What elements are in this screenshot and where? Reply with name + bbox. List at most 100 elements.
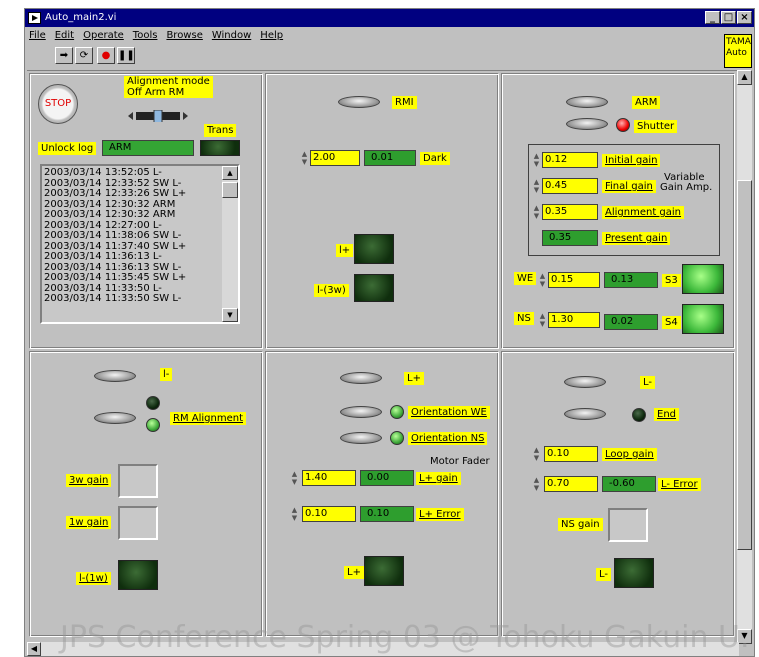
lminus-1w-label: l-(1w) — [76, 572, 111, 585]
rm-align-led-2 — [146, 418, 160, 432]
3w-gain-label: 3w gain — [66, 474, 112, 487]
end-toggle[interactable] — [564, 408, 606, 420]
alignment-mode-title: Alignment mode — [127, 76, 210, 87]
loop-gain-label: Loop gain — [602, 448, 657, 461]
tama-auto-icon: TAMA Auto — [724, 34, 752, 68]
orientation-ns-led — [390, 431, 404, 445]
log-entry: 2003/03/14 12:33:26 SW L+ — [44, 188, 187, 199]
lminus-button[interactable] — [614, 558, 654, 588]
loop-gain-control[interactable]: 0.10 — [544, 446, 598, 462]
scroll-up-icon[interactable]: ▲ — [737, 70, 752, 85]
orientation-ns-toggle[interactable] — [340, 432, 382, 444]
orientation-we-label: Orientation WE — [408, 406, 490, 419]
lminus-error-control[interactable]: 0.70 — [544, 476, 598, 492]
we-spinner-icon[interactable]: ▲ ▼ — [538, 272, 547, 288]
panel-arm: ARM Shutter ▲ ▼ 0.12 Initial gain ▲ ▼ 0.45… — [501, 73, 735, 349]
vertical-scroll-thumb[interactable] — [737, 180, 752, 550]
log-scrollbar[interactable]: ▲ ▼ — [222, 166, 238, 322]
rm-alignment-label: RM Alignment — [170, 412, 246, 425]
menu-edit[interactable]: Edit — [55, 28, 74, 44]
menu-browse[interactable]: Browse — [166, 28, 202, 44]
log-scroll-up-icon[interactable]: ▲ — [222, 166, 238, 180]
alignment-mode-slider[interactable] — [126, 110, 196, 122]
lplus-error-label: L+ Error — [416, 508, 464, 521]
s4-indicator[interactable] — [682, 304, 724, 334]
scroll-left-icon[interactable]: ◀ — [27, 642, 41, 656]
log-scroll-thumb[interactable] — [222, 182, 238, 198]
minimize-button[interactable]: _ — [705, 11, 720, 24]
menu-operate[interactable]: Operate — [83, 28, 124, 44]
ns-label: NS — [514, 312, 534, 325]
loop-gain-spinner-icon[interactable]: ▲ ▼ — [532, 446, 541, 462]
log-lines: 2003/03/14 13:52:05 L- 2003/03/14 12:33:5… — [44, 167, 220, 305]
initial-gain-control[interactable]: 0.12 — [542, 152, 598, 168]
lminus-toggle[interactable] — [94, 370, 136, 382]
window-title: Auto_main2.vi — [45, 12, 117, 23]
orientation-we-toggle[interactable] — [340, 406, 382, 418]
stop-button[interactable]: STOP — [38, 84, 78, 124]
log-scroll-down-icon[interactable]: ▼ — [222, 308, 238, 322]
s3-indicator[interactable] — [682, 264, 724, 294]
alignment-gain-control[interactable]: 0.35 — [542, 204, 598, 220]
dark-spinner-icon[interactable]: ▲ ▼ — [300, 150, 309, 166]
lminus-label-2: L- — [640, 376, 656, 389]
arm-toggle[interactable] — [566, 96, 608, 108]
we-control[interactable]: 0.15 — [548, 272, 600, 288]
we-label: WE — [514, 272, 537, 285]
run-continuously-icon[interactable]: ⟳ — [75, 47, 93, 64]
trans-indicator[interactable] — [200, 140, 240, 156]
shutter-toggle[interactable] — [566, 118, 608, 130]
s3-label: S3 — [662, 274, 681, 287]
lplus-label: l+ — [336, 244, 354, 257]
rmi-label: RMI — [392, 96, 417, 109]
pause-icon[interactable]: ❚❚ — [117, 47, 135, 64]
rm-alignment-toggle[interactable] — [94, 412, 136, 424]
initial-gain-spinner-icon[interactable]: ▲ ▼ — [532, 152, 541, 168]
ns-spinner-icon[interactable]: ▲ ▼ — [538, 312, 547, 328]
maximize-button[interactable]: □ — [721, 11, 736, 24]
lminus-1w-indicator[interactable] — [118, 560, 158, 590]
run-arrow-icon[interactable]: ➡ — [55, 47, 73, 64]
abort-icon[interactable]: ● — [97, 47, 115, 64]
menu-window[interactable]: Window — [212, 28, 251, 44]
lminus-toggle-2[interactable] — [564, 376, 606, 388]
lplus-gain-spinner-icon[interactable]: ▲ ▼ — [290, 470, 299, 486]
lminus-button-label: L- — [596, 568, 612, 581]
we-indicator: 0.13 — [604, 272, 658, 288]
final-gain-control[interactable]: 0.45 — [542, 178, 598, 194]
labview-window: Auto_main2.vi _ □ × File Edit Operate To… — [24, 8, 755, 657]
ns-control[interactable]: 1.30 — [548, 312, 600, 328]
lminus-error-spinner-icon[interactable]: ▲ ▼ — [532, 476, 541, 492]
lplus-button[interactable] — [364, 556, 404, 586]
dark-control[interactable]: 2.00 — [310, 150, 360, 166]
shutter-led — [616, 118, 630, 132]
menu-file[interactable]: File — [29, 28, 46, 44]
lplus-error-control[interactable]: 0.10 — [302, 506, 356, 522]
vertical-scrollbar[interactable]: ▲ ▼ — [737, 70, 752, 644]
log-entry: 2003/03/14 11:38:06 SW L- — [44, 230, 182, 241]
lplus-error-spinner-icon[interactable]: ▲ ▼ — [290, 506, 299, 522]
s4-label: S4 — [662, 316, 681, 329]
panel-lplus: L+ Orientation WE Orientation NS Motor F… — [265, 351, 499, 637]
ns-gain-indicator — [608, 508, 648, 542]
1w-gain-indicator — [118, 506, 158, 540]
alignment-gain-label: Alignment gain — [602, 206, 685, 219]
lminus-3w-indicator[interactable] — [354, 274, 394, 302]
lplus-toggle[interactable] — [340, 372, 382, 384]
lplus-gain-label: L+ gain — [416, 472, 461, 485]
menu-help[interactable]: Help — [260, 28, 283, 44]
menu-tools[interactable]: Tools — [133, 28, 158, 44]
3w-gain-indicator — [118, 464, 158, 498]
alignment-gain-spinner-icon[interactable]: ▲ ▼ — [532, 204, 541, 220]
close-button[interactable]: × — [737, 11, 752, 24]
rmi-toggle[interactable] — [338, 96, 380, 108]
final-gain-spinner-icon[interactable]: ▲ ▼ — [532, 178, 541, 194]
end-led — [632, 408, 646, 422]
lplus-indicator[interactable] — [354, 234, 394, 264]
menu-bar: File Edit Operate Tools Browse Window He… — [25, 28, 283, 44]
lplus-gain-control[interactable]: 1.40 — [302, 470, 356, 486]
log-entry: 2003/03/14 11:33:50 SW L- — [44, 293, 182, 304]
ns-gain-label: NS gain — [558, 518, 603, 531]
unlock-log-list[interactable]: 2003/03/14 13:52:05 L- 2003/03/14 12:33:5… — [40, 164, 240, 324]
toolbar: ➡ ⟳ ● ❚❚ — [25, 45, 754, 67]
